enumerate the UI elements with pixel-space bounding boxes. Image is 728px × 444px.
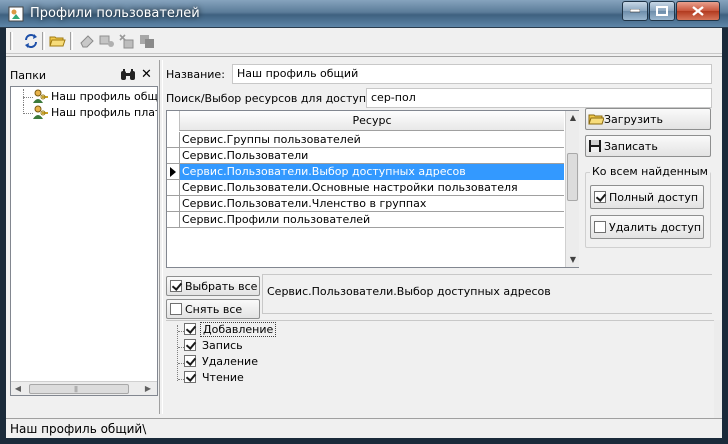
checkbox-checked-icon[interactable] [184,355,196,367]
group-label: Ко всем найденным [590,165,710,178]
tree-line [177,325,178,381]
maximize-button[interactable] [649,1,675,21]
permission-item[interactable]: Запись [178,339,245,355]
edit-disabled-icon[interactable] [98,32,116,50]
name-field[interactable]: Наш профиль общий [232,64,712,84]
folder-open-icon[interactable] [48,32,66,50]
close-panel-icon[interactable]: ✕ [141,67,152,82]
permissions-scrollbar[interactable] [714,320,722,418]
scroll-down-icon[interactable]: ▼ [566,253,580,267]
deselect-all-button[interactable]: Снять все [166,299,260,319]
search-input[interactable]: сер-пол [366,88,712,108]
full-access-button[interactable]: Полный доступ [590,185,704,209]
name-label: Название: [166,68,225,81]
grid-cell[interactable]: Сервис.Пользователи [179,148,564,164]
app-icon [8,6,24,22]
toolbar-separator [70,32,73,50]
permissions-tree[interactable]: Добавление Запись Удаление Чтение [166,320,722,418]
eraser-icon[interactable] [78,32,96,50]
checkbox-unchecked-icon [170,303,182,315]
table-row[interactable]: Сервис.Группы пользователей [167,132,564,148]
scroll-up-icon[interactable]: ▲ [566,111,580,125]
panel-splitter[interactable] [159,60,163,414]
grid-column-header[interactable]: Ресурс [179,111,564,131]
checkbox-checked-icon[interactable] [184,339,196,351]
grid-cell[interactable]: Сервис.Пользователи.Выбор доступных адре… [179,164,564,180]
user-keys-icon [31,105,49,124]
permission-item[interactable]: Удаление [178,355,260,371]
remove-access-button[interactable]: Удалить доступ [590,215,704,239]
apply-to-all-found-group: Ко всем найденным Полный доступ Удалить … [585,165,711,248]
scroll-thumb[interactable]: ||| [29,384,129,394]
client-area: Папки ✕ Наш профиль общи Наш профиль пла… [6,28,722,438]
resource-grid[interactable]: Ресурс Сервис.Группы пользователей Серви… [166,110,579,268]
table-row[interactable]: Сервис.Пользователи.Членство в группах [167,196,564,212]
toolbar-grip[interactable] [10,32,13,50]
status-text: Наш профиль общий\ [10,422,147,436]
tree-horizontal-scrollbar[interactable]: ◀ ||| ▶ [11,381,157,395]
scroll-right-icon[interactable]: ▶ [141,382,155,395]
folder-tree[interactable]: Наш профиль общи Наш профиль плате ◀ |||… [10,86,158,396]
tree-item-label: Наш профиль плате [51,106,158,119]
scroll-thumb[interactable] [567,153,578,201]
copy-disabled-icon[interactable] [138,32,156,50]
tree-item-label: Наш профиль общи [51,90,158,103]
permission-item[interactable]: Чтение [178,371,246,387]
window-title: Профили пользователей [30,6,200,21]
table-row[interactable]: Сервис.Пользователи.Основные настройки п… [167,180,564,196]
table-row-selected[interactable]: Сервис.Пользователи.Выбор доступных адре… [167,164,564,180]
grid-cell[interactable]: Сервис.Пользователи.Основные настройки п… [179,180,564,196]
grid-vertical-scrollbar[interactable]: ▲ ▼ [565,111,579,267]
search-label: Поиск/Выбор ресурсов для доступа [166,92,373,105]
status-bar: Наш профиль общий\ [6,418,722,438]
checkbox-checked-icon [594,191,606,203]
minimize-button[interactable] [622,1,648,21]
select-all-button[interactable]: Выбрать все [166,276,260,296]
table-row[interactable]: Сервис.Профили пользователей [167,212,564,228]
checkbox-checked-icon [170,280,182,292]
table-row[interactable]: Сервис.Пользователи [167,148,564,164]
toolbar-divider [6,54,722,57]
toolbar-separator [42,32,45,50]
floppy-disk-icon [588,139,602,156]
save-button[interactable]: Записать [585,135,711,157]
checkbox-unchecked-icon [594,221,606,233]
folders-panel-header: Папки ✕ [6,67,158,85]
folders-panel: Папки ✕ Наш профиль общи Наш профиль пла… [6,64,158,414]
checkbox-checked-icon[interactable] [184,323,196,335]
delete-disabled-icon[interactable] [118,32,136,50]
toolbar [6,28,722,54]
grid-cell[interactable]: Сервис.Пользователи.Членство в группах [179,196,564,212]
grid-cell[interactable]: Сервис.Группы пользователей [179,132,564,148]
binoculars-icon[interactable] [120,68,136,85]
load-button[interactable]: Загрузить [585,108,711,130]
close-button[interactable] [676,1,720,21]
scroll-left-icon[interactable]: ◀ [11,382,25,395]
grid-cell[interactable]: Сервис.Профили пользователей [179,212,564,228]
row-indicator-icon [167,164,179,180]
checkbox-checked-icon[interactable] [184,371,196,383]
refresh-icon[interactable] [22,32,40,50]
permission-item[interactable]: Добавление [178,322,277,339]
folders-label: Папки [10,69,46,82]
folder-icon [588,112,605,129]
title-bar[interactable]: Профили пользователей [0,0,728,28]
selected-resource-path: Сервис.Пользователи.Выбор доступных адре… [262,274,712,314]
